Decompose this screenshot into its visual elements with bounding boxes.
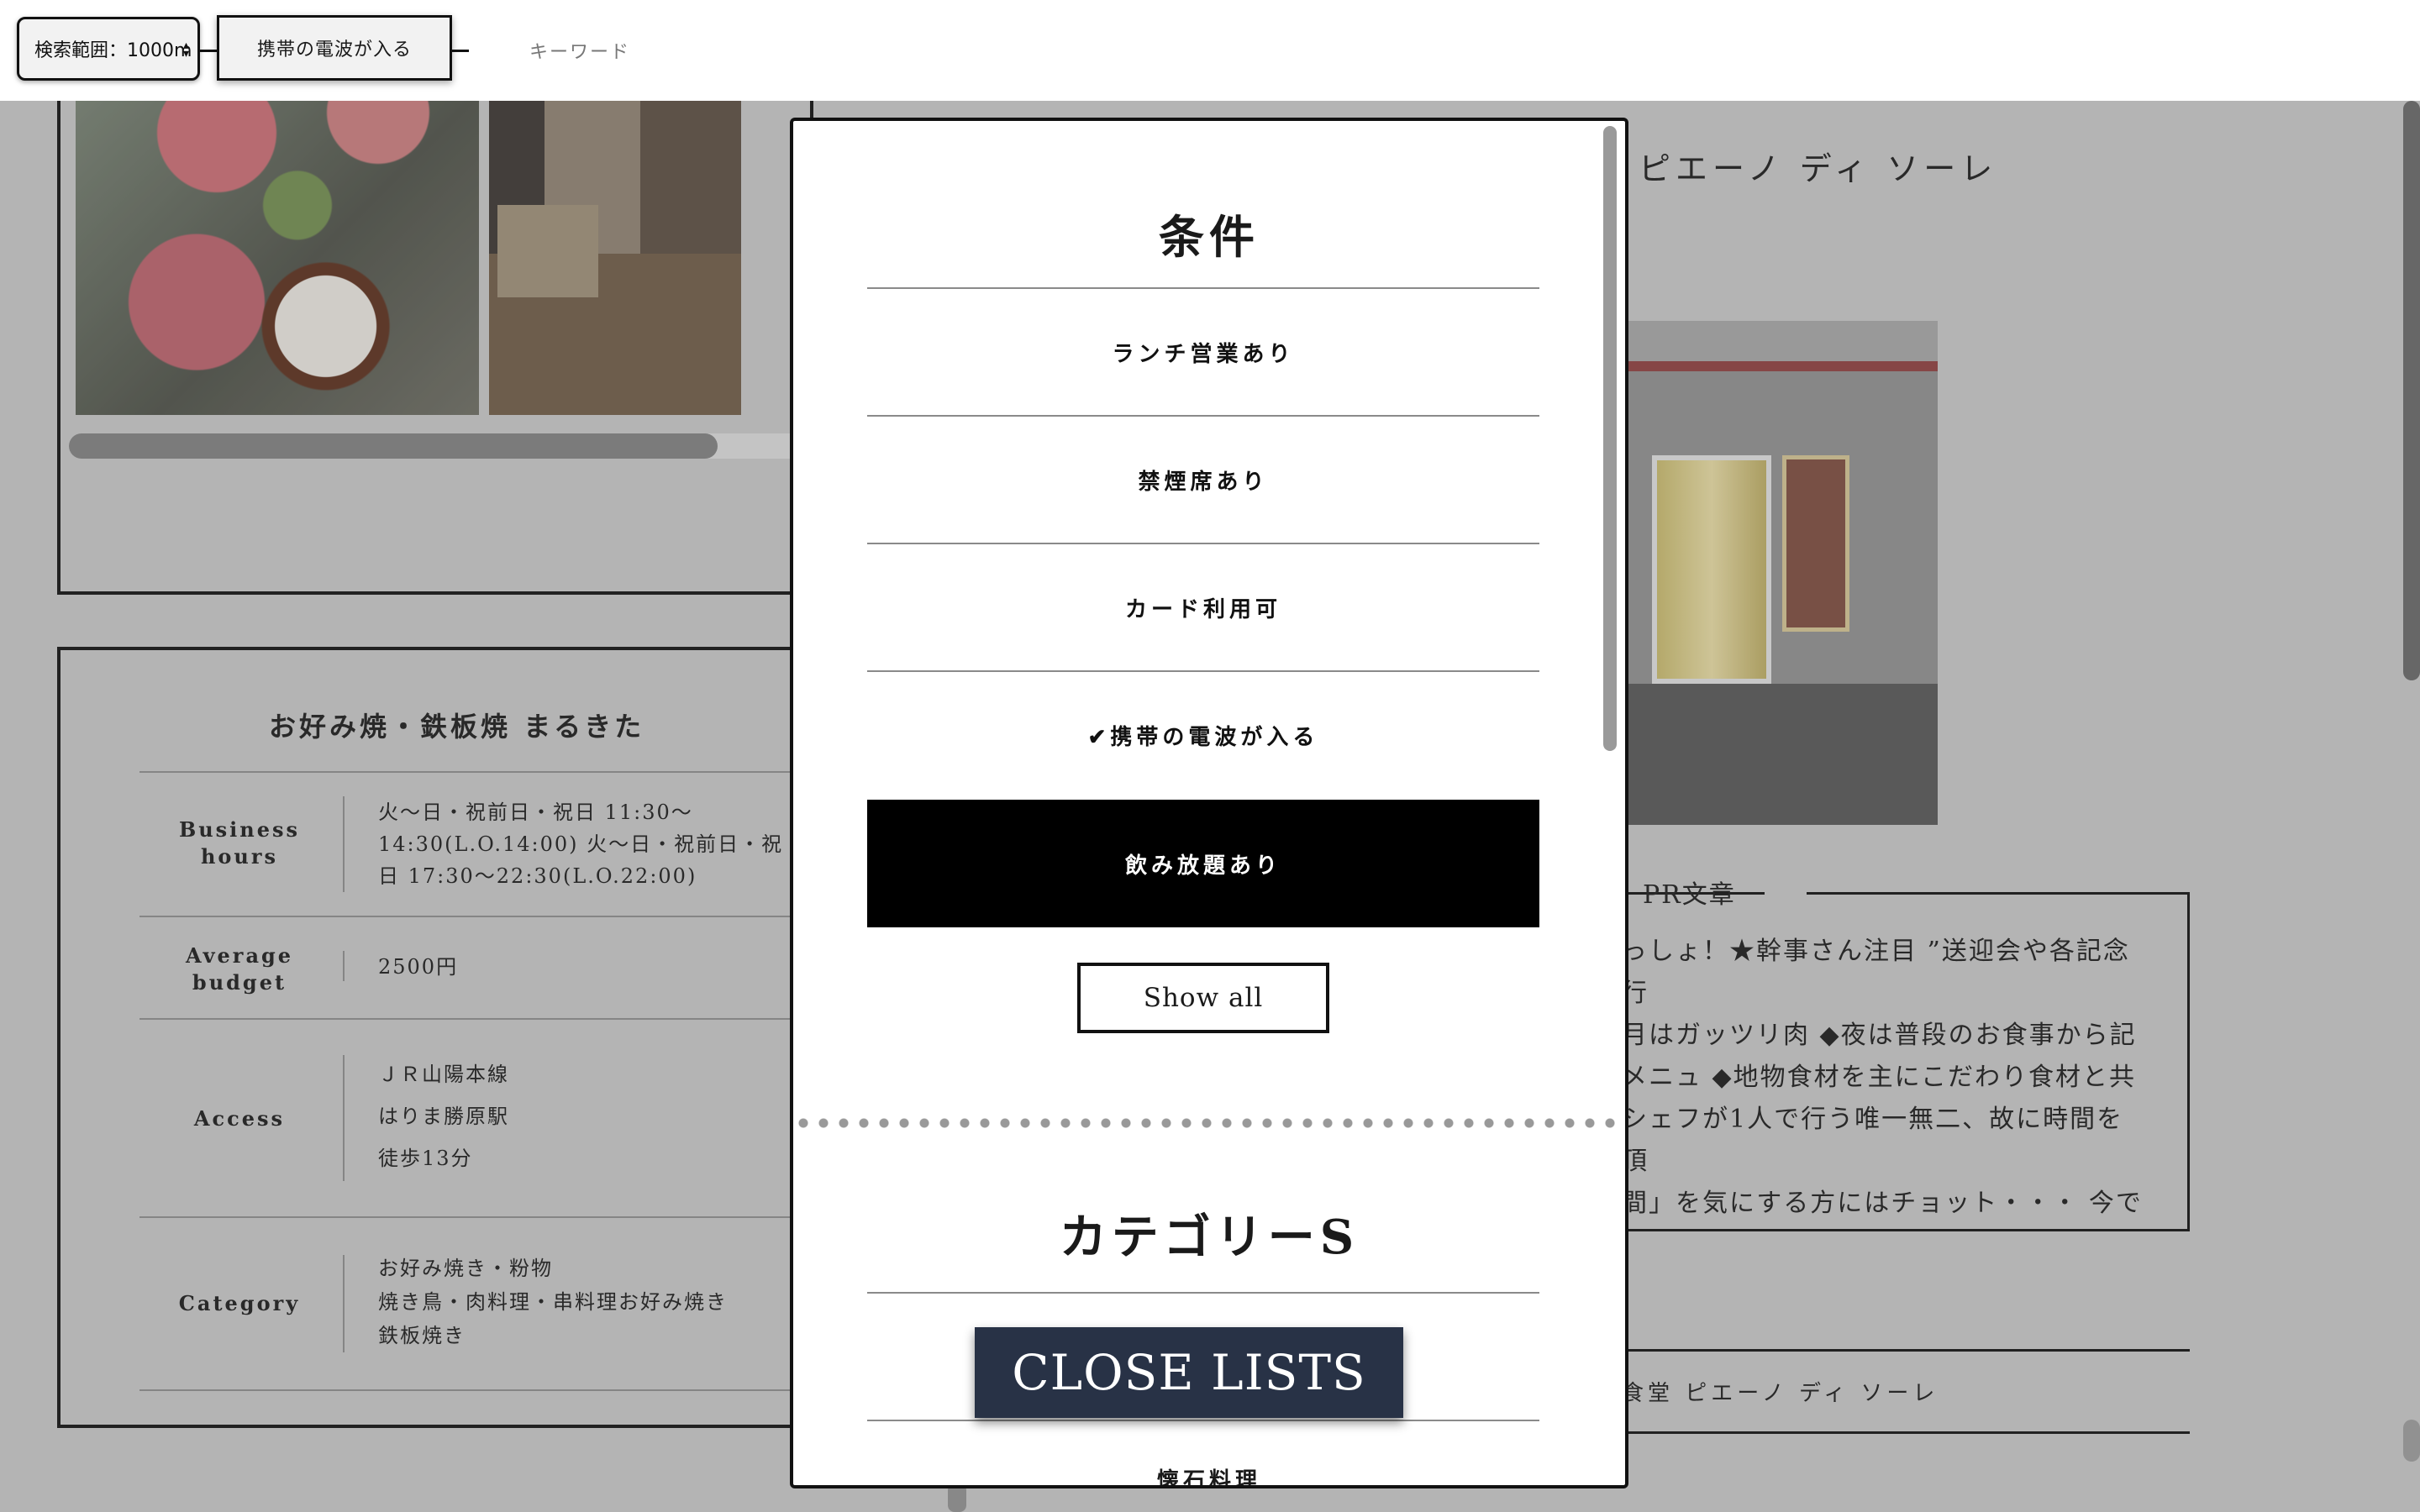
pr-line: 月はガッツリ肉 ◆夜は普段のお食事から記 [1622,1021,2137,1050]
access-line: 徒歩13分 [378,1147,473,1170]
divider [1627,1431,2190,1434]
gallery-scrollbar-thumb[interactable] [69,433,718,459]
pr-line: メニュ ◆地物食材を主にこだわり食材と共 [1622,1063,2137,1092]
dotted-separator [793,1117,1625,1129]
divider [139,1389,803,1391]
category-item[interactable]: 懐石料理 [793,1463,1625,1485]
shop-name[interactable]: お好み焼・鉄板焼 まるきた [269,706,644,744]
divider [139,771,803,773]
keyword-input[interactable]: キーワード [529,37,630,64]
page-scrollbar-thumb[interactable] [2403,101,2420,680]
pr-line: っしょ！★幹事さん注目 ”送迎会や各記念行 [1622,937,2130,1008]
condition-card-ok[interactable]: カード利用可 [867,544,1539,670]
category-label: Category [178,1291,301,1315]
access-line: はりま勝原駅 [378,1105,509,1128]
category-value: お好み焼き・粉物 焼き鳥・肉料理・串料理お好み焼き 鉄板焼き [378,1252,790,1352]
divider [139,1216,803,1218]
shop-photo-storefront [1627,321,1938,825]
filter-list-modal: 条件 ランチ営業あり 禁煙席あり カード利用可 ✔携帯の電波が入る 飲み放題あり… [790,118,1628,1488]
access-line: ＪＲ山陽本線 [378,1063,509,1086]
show-all-button[interactable]: Show all [1077,963,1329,1033]
search-range-value: 検索範囲：1000m [34,40,192,61]
divider [867,1420,1539,1421]
average-budget-label: Average budget [185,943,294,995]
pr-label: PR文章 [1643,880,1736,910]
access-label: Access [193,1106,286,1131]
pr-line: 間」を気にする方にはチョット・・・ 今で [1622,1189,2143,1218]
search-toolbar: 検索範囲：1000m ▴ ▾ 携帯の電波が入る キーワード [0,0,2420,101]
access-value: ＪＲ山陽本線 はりま勝原駅 徒歩13分 [378,1053,790,1179]
condition-lunch[interactable]: ランチ営業あり [867,289,1539,415]
divider [139,916,803,917]
category-line: お好み焼き・粉物 [378,1257,553,1280]
active-filter-label: 携帯の電波が入る [256,39,412,60]
pr-text: っしょ！★幹事さん注目 ”送迎会や各記念行 月はガッツリ肉 ◆夜は普段のお食事か… [1622,931,2143,1225]
connector-line [452,50,469,52]
business-hours-label: Business hours [178,817,301,869]
connector-line [200,50,217,52]
condition-non-smoking[interactable]: 禁煙席あり [867,417,1539,543]
divider [1627,1349,2190,1352]
divider [343,1055,345,1181]
right-shop-title[interactable]: ピエーノ ディ ソーレ [1639,143,1997,189]
divider [139,1018,803,1020]
divider [343,796,345,892]
divider [867,1292,1539,1294]
active-filter-chip[interactable]: 携帯の電波が入る [217,15,452,81]
category-line: 鉄板焼き [378,1324,466,1347]
categories-heading: カテゴリーS [1059,1210,1360,1265]
pr-line: シェフが1人で行う唯一無二、故に時間を頂 [1622,1105,2124,1176]
page-scrollbar-end[interactable] [2403,1420,2420,1462]
select-arrows-icon: ▴ ▾ [182,39,189,60]
condition-all-you-can-drink[interactable]: 飲み放題あり [867,800,1539,927]
pr-box-gap [1765,884,1807,900]
conditions-heading: 条件 [1159,210,1260,264]
category-line: 焼き鳥・肉料理・串料理お好み焼き [378,1290,728,1314]
average-budget-value: 2500円 [378,955,459,979]
search-range-select[interactable]: 検索範囲：1000m ▴ ▾ [17,17,200,81]
business-hours-value: 火〜日・祝前日・祝日 11:30〜14:30(L.O.14:00) 火〜日・祝前… [378,801,784,888]
close-lists-button[interactable]: CLOSE LISTS [975,1327,1403,1418]
divider [343,951,345,981]
divider [343,1255,345,1352]
condition-mobile-signal[interactable]: ✔携帯の電波が入る [867,672,1539,798]
right-shop-name: 食堂 ピエーノ ディ ソーレ [1622,1381,1939,1406]
